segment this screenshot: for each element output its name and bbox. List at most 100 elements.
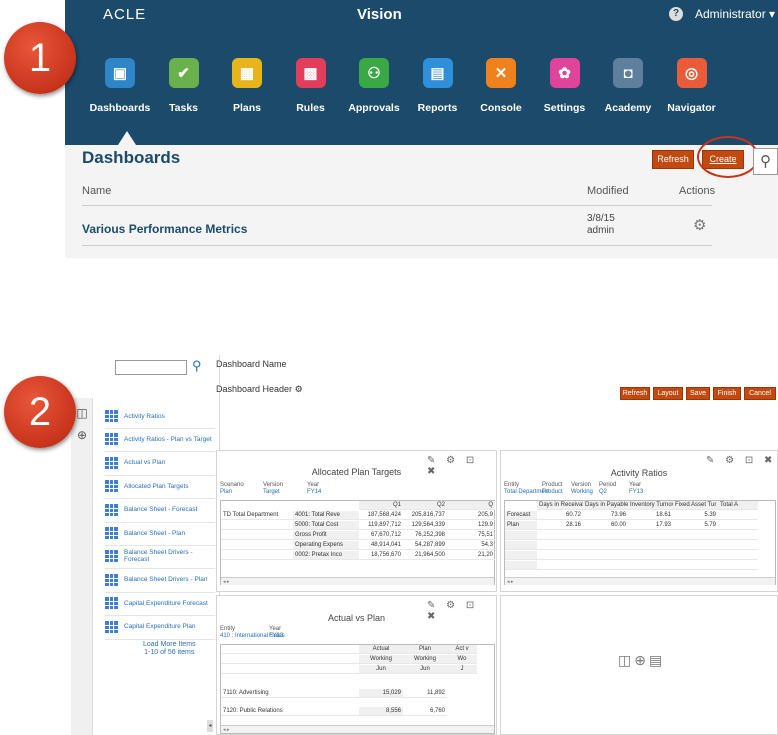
save-button[interactable]: Save xyxy=(686,387,710,400)
grid-cell[interactable]: 75,51 xyxy=(447,531,495,540)
grid-cell[interactable]: 54,287,899 xyxy=(403,541,447,550)
nav-item-reports[interactable]: Reports xyxy=(403,102,473,114)
search-icon[interactable]: ⚲ xyxy=(753,148,778,175)
grid-cell[interactable]: 17.93 xyxy=(628,521,673,530)
row-header-account[interactable]: 5000: Total Cost xyxy=(293,521,359,530)
column-header-modified[interactable]: Modified xyxy=(587,185,629,197)
grid-cell[interactable]: 187,568,424 xyxy=(359,511,403,520)
column-header[interactable]: J xyxy=(447,665,477,674)
monitor-icon[interactable]: ▣ xyxy=(105,58,135,88)
pov-year[interactable]: Year FY13 xyxy=(629,482,643,496)
grid-cell[interactable]: 129,564,339 xyxy=(403,521,447,530)
header-spacer[interactable] xyxy=(221,645,359,654)
column-header[interactable]: Jun xyxy=(403,665,447,674)
search-icon[interactable]: ⚲ xyxy=(192,358,202,374)
gear-icon[interactable]: ⚙ xyxy=(693,216,706,234)
column-header[interactable]: Actual xyxy=(359,645,403,654)
grid-cell[interactable]: 205,816,737 xyxy=(403,511,447,520)
column-header[interactable]: Plan xyxy=(403,645,447,654)
finish-button[interactable]: Finish xyxy=(713,387,741,400)
grid-cell[interactable]: 67,670,712 xyxy=(359,531,403,540)
approvals-icon[interactable]: ⚇ xyxy=(359,58,389,88)
nav-item-tasks[interactable]: Tasks xyxy=(149,102,219,114)
pov-period[interactable]: Period Q2 xyxy=(599,482,616,496)
dashboard-link[interactable]: Various Performance Metrics xyxy=(82,222,247,236)
horizontal-scrollbar[interactable]: ◂ ▸ xyxy=(221,725,494,733)
gear-icon[interactable]: ⚙ xyxy=(295,384,303,394)
rules-icon[interactable]: ▩ xyxy=(295,58,326,88)
row-header-entity[interactable] xyxy=(221,531,293,540)
empty-row[interactable] xyxy=(537,561,758,570)
library-search-input[interactable] xyxy=(115,360,187,375)
grid-cell[interactable]: 5.79 xyxy=(673,521,718,530)
checklist-icon[interactable]: ✔ xyxy=(168,58,199,88)
grid-cell[interactable]: 54,3 xyxy=(447,541,495,550)
data-grid[interactable]: Actual Plan Act v Working Working Wo Jun Jun J 71… xyxy=(220,644,495,734)
nav-item-rules[interactable]: Rules xyxy=(276,102,346,114)
row-header-entity[interactable]: TD Total Department xyxy=(221,511,293,520)
refresh-button[interactable]: Refresh xyxy=(652,150,694,169)
row-header-entity[interactable] xyxy=(221,551,293,560)
grid-cell[interactable]: 18.61 xyxy=(628,511,673,520)
user-menu[interactable]: Administrator ▾ xyxy=(695,7,775,21)
library-item[interactable]: Balance Sheet - Plan xyxy=(105,524,215,542)
data-grid[interactable]: Days in Receival Days in Payable Inventory… xyxy=(504,500,776,585)
grid-cell[interactable]: 21,20 xyxy=(447,551,495,560)
pov-scenario[interactable]: Scenario Plan xyxy=(220,482,244,496)
column-header[interactable]: Q2 xyxy=(403,501,447,510)
column-header[interactable]: Total A xyxy=(718,501,758,510)
row-header-account[interactable]: Gross Profit xyxy=(293,531,359,540)
layout-button[interactable]: Layout xyxy=(653,387,683,400)
tile-toolbar[interactable]: ✎ ⚙ ⊡ ✖ xyxy=(706,455,776,466)
empty-tile[interactable]: ◫⊕▤ xyxy=(500,595,778,735)
header-spacer[interactable] xyxy=(221,655,359,664)
row-header-entity[interactable] xyxy=(221,521,293,530)
library-item[interactable]: Balance Sheet Drivers - Plan xyxy=(105,571,215,589)
grid-cell[interactable]: 76,252,398 xyxy=(403,531,447,540)
empty-row-header[interactable] xyxy=(505,531,537,540)
grid-cell[interactable]: 73.96 xyxy=(583,511,628,520)
pov-year[interactable]: Year FY13 xyxy=(269,626,283,640)
nav-item-navigator[interactable]: Navigator xyxy=(657,102,727,114)
column-header-name[interactable]: Name xyxy=(82,185,111,197)
academy-icon[interactable]: ◘ xyxy=(613,58,643,88)
row-header[interactable]: Forecast xyxy=(505,511,537,520)
empty-row-header[interactable] xyxy=(505,541,537,550)
chart-icon[interactable]: ◫ xyxy=(618,652,634,668)
nav-item-academy[interactable]: Academy xyxy=(593,102,663,114)
add-content-icons[interactable]: ◫⊕▤ xyxy=(618,652,665,669)
horizontal-scrollbar[interactable]: ◂ ▸ xyxy=(221,577,494,585)
library-item[interactable]: Balance Sheet - Forecast xyxy=(105,501,215,519)
row-header[interactable]: 7120: Public Relations xyxy=(221,707,359,716)
grid-cell[interactable]: 205,9 xyxy=(447,511,495,520)
grid-cell[interactable]: 21,964,500 xyxy=(403,551,447,560)
dashboard-header-field[interactable]: Dashboard Header ⚙ xyxy=(216,384,303,395)
horizontal-scrollbar[interactable]: ◂ ▸ xyxy=(505,577,775,585)
grid-cell[interactable]: 6,760 xyxy=(403,707,447,716)
header-spacer[interactable] xyxy=(221,665,359,674)
empty-row[interactable] xyxy=(537,551,758,560)
row-header-account[interactable]: 0002: Pretax Inco xyxy=(293,551,359,560)
load-more[interactable]: Load More Items 1-10 of 56 items xyxy=(143,641,196,657)
pov-year[interactable]: Year FY14 xyxy=(307,482,321,496)
grid-cell[interactable]: 15,029 xyxy=(359,689,403,698)
compass-icon[interactable]: ◎ xyxy=(676,58,707,88)
grid-cell[interactable]: 28.16 xyxy=(537,521,583,530)
globe-icon[interactable]: ⊕ xyxy=(634,652,649,668)
nav-item-settings[interactable]: Settings xyxy=(530,102,600,114)
column-header[interactable]: Q1 xyxy=(359,501,403,510)
grid-cell[interactable]: 18,756,670 xyxy=(359,551,403,560)
library-item[interactable]: Allocated Plan Targets xyxy=(105,477,215,495)
grid-cell[interactable]: 119,897,712 xyxy=(359,521,403,530)
tile-actual-vs-plan[interactable]: Actual vs Plan ✎ ⚙ ⊡ ✖ Entity 410 : Inter… xyxy=(216,595,497,735)
grid-cell[interactable] xyxy=(718,511,758,520)
table-icon[interactable]: ▤ xyxy=(649,652,665,668)
row-header-account[interactable]: 4001: Total Reve xyxy=(293,511,359,520)
settings-icon[interactable]: ✿ xyxy=(549,58,580,88)
empty-row-header[interactable] xyxy=(505,551,537,560)
grid-cell[interactable]: 60.72 xyxy=(537,511,583,520)
load-more-link[interactable]: Load More Items xyxy=(143,641,196,649)
nav-item-dashboards[interactable]: Dashboards xyxy=(85,102,155,114)
grid-icon[interactable]: ▦ xyxy=(232,58,262,88)
tile-toolbar[interactable]: ✎ ⚙ ⊡ ✖ xyxy=(427,600,496,622)
